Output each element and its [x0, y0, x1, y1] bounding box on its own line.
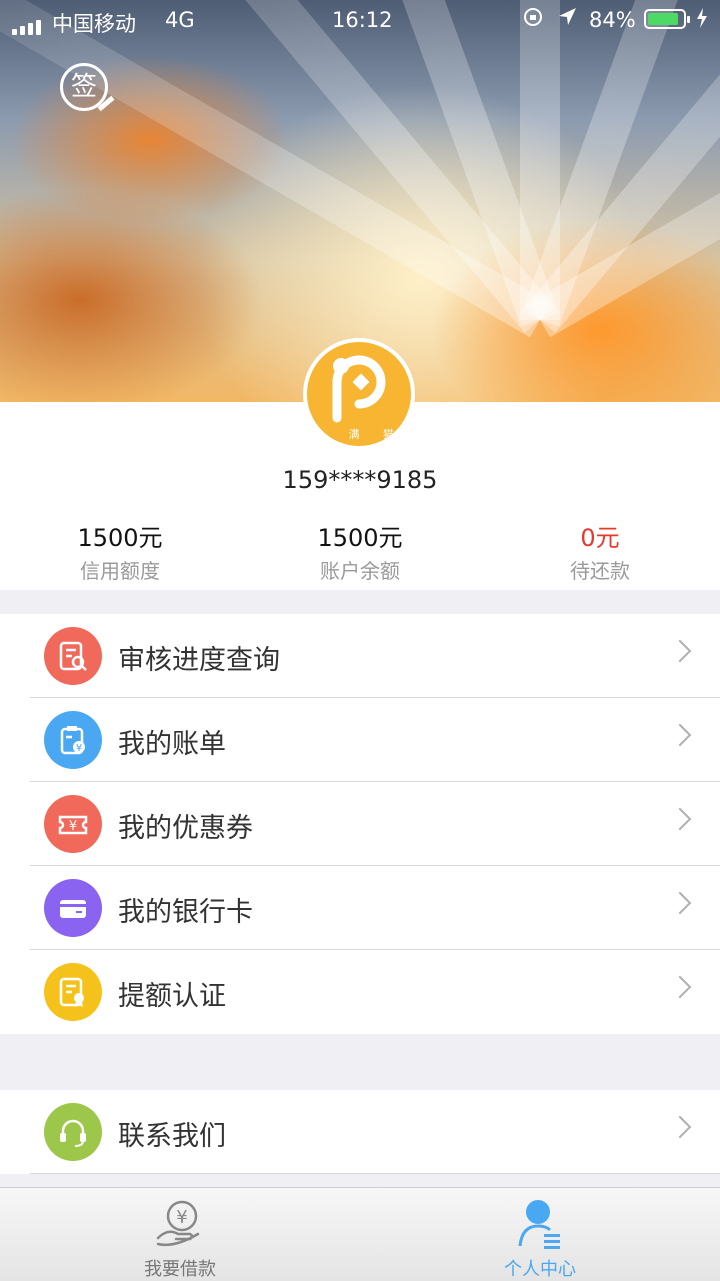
sign-in-label: 签 [70, 72, 97, 102]
review-search-icon [44, 627, 102, 685]
network-type: 4G [165, 8, 195, 32]
tab-loan[interactable]: ¥ 我要借款 [0, 1188, 360, 1281]
menu-item-label: 提额认证 [118, 981, 226, 1012]
svg-text:¥: ¥ [69, 819, 77, 834]
profile-icon [518, 1200, 560, 1249]
tab-loan-label: 我要借款 [144, 1259, 216, 1280]
menu-item-label: 联系我们 [118, 1121, 226, 1152]
user-phone: 159****9185 [282, 466, 438, 494]
menu-item-coupon[interactable]: ¥ 我的优惠券 [0, 782, 720, 866]
menu-list: 审核进度查询 ¥ 我的账单 ¥ 我的优惠券我的银行卡提额认证 [0, 614, 720, 1034]
bank-card-icon [44, 879, 102, 937]
coupon-icon: ¥ [44, 795, 102, 853]
rotation-lock-icon [522, 6, 544, 33]
sign-in-button[interactable]: 签 [60, 63, 115, 112]
tab-bar: ¥ 我要借款 个人中心 [0, 1187, 720, 1281]
stat-value: 1500元 [77, 524, 163, 552]
stat-label: 信用额度 [80, 559, 160, 583]
tab-profile[interactable]: 个人中心 [360, 1188, 720, 1281]
stat-1: 1500元账户余额 [240, 518, 480, 584]
loan-icon: ¥ [156, 1200, 200, 1247]
status-bar: 中国移动 4G 16:12 84% [0, 0, 720, 40]
menu-item-label: 我的优惠券 [118, 813, 253, 844]
menu-item-label: 我的银行卡 [118, 897, 253, 928]
chevron-right-icon [668, 1115, 692, 1139]
tab-profile-label: 个人中心 [504, 1259, 576, 1280]
menu-item-review-search[interactable]: 审核进度查询 [0, 614, 720, 698]
headset-icon [44, 1103, 102, 1161]
battery-percent: 84% [589, 8, 636, 32]
stat-0: 1500元信用额度 [0, 518, 240, 584]
charging-icon [696, 7, 708, 34]
signal-icon [12, 11, 44, 35]
chevron-right-icon [668, 639, 692, 663]
bill-icon: ¥ [44, 711, 102, 769]
menu-item-bank-card[interactable]: 我的银行卡 [0, 866, 720, 950]
menu-item-label: 我的账单 [118, 729, 226, 760]
svg-text:¥: ¥ [76, 743, 82, 754]
menu-item-headset[interactable]: 联系我们 [0, 1090, 720, 1174]
avatar-brand-text: 小 满 猫 [314, 428, 404, 441]
certification-icon [44, 963, 102, 1021]
chevron-right-icon [668, 891, 692, 915]
carrier: 中国移动 [52, 12, 136, 36]
divider [30, 1173, 720, 1174]
location-icon [556, 6, 578, 33]
battery-icon [644, 9, 690, 29]
svg-text:¥: ¥ [176, 1207, 187, 1228]
avatar[interactable]: 小 满 猫 [303, 338, 415, 450]
chevron-right-icon [668, 807, 692, 831]
menu-list-secondary: 联系我们 [0, 1090, 720, 1174]
stat-2: 0元待还款 [480, 518, 720, 584]
chevron-right-icon [668, 723, 692, 747]
menu-item-label: 审核进度查询 [118, 645, 280, 676]
menu-item-certification[interactable]: 提额认证 [0, 950, 720, 1034]
stat-value: 1500元 [317, 524, 403, 552]
menu-item-bill[interactable]: ¥ 我的账单 [0, 698, 720, 782]
stat-label: 账户余额 [320, 559, 400, 583]
stat-label: 待还款 [570, 559, 630, 583]
chevron-right-icon [668, 975, 692, 999]
stat-value: 0元 [580, 524, 620, 552]
clock: 16:12 [332, 8, 393, 32]
